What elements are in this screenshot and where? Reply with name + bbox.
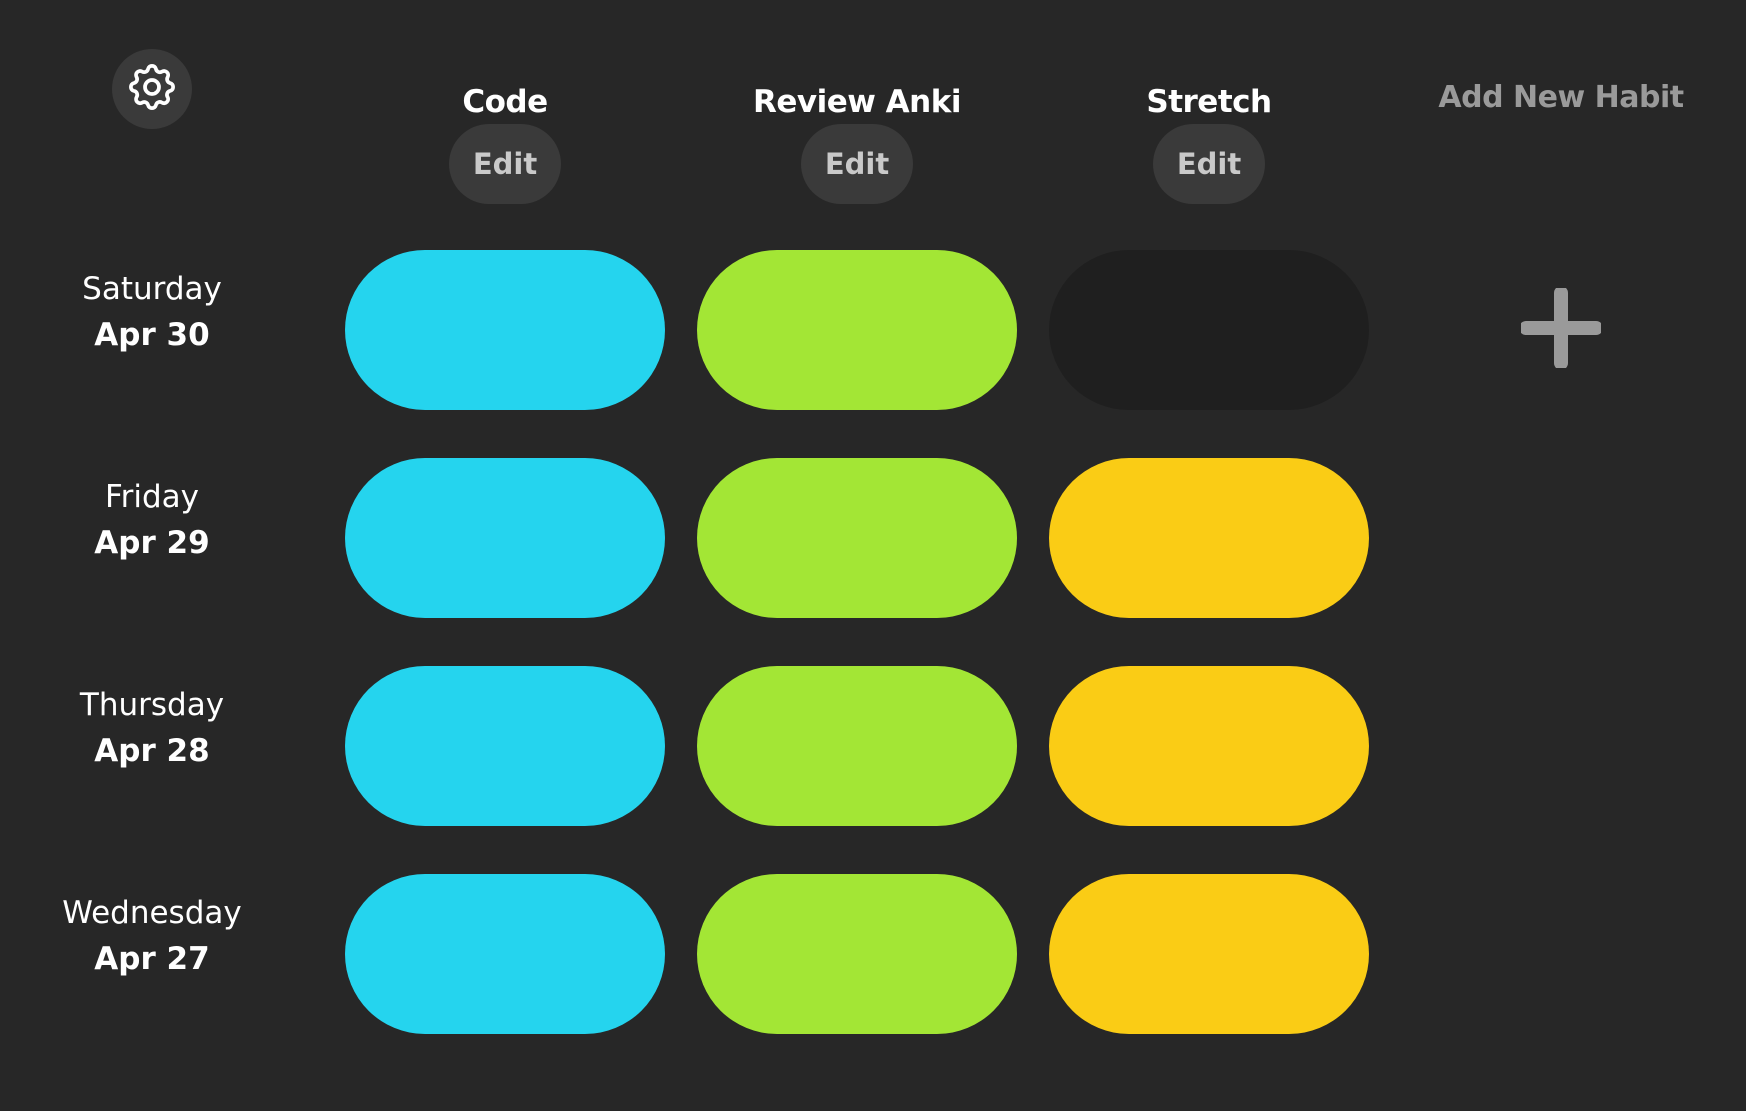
day-label-row-0: Saturday Apr 30 xyxy=(30,266,274,358)
habit-cell-stretch-row-3[interactable] xyxy=(1049,874,1369,1034)
habit-cell-review-anki-row-2[interactable] xyxy=(697,666,1017,826)
date-label: Apr 30 xyxy=(94,317,210,353)
day-label-row-3: Wednesday Apr 27 xyxy=(30,890,274,982)
habit-cell-code-row-2[interactable] xyxy=(345,666,665,826)
day-label-row-1: Friday Apr 29 xyxy=(30,474,274,566)
add-new-habit-label[interactable]: Add New Habit xyxy=(1420,78,1702,118)
habit-name-code: Code xyxy=(462,84,548,120)
habit-header-code: Code Edit xyxy=(340,78,670,204)
edit-review-anki-button[interactable]: Edit xyxy=(801,124,913,204)
habit-name-review-anki: Review Anki xyxy=(753,84,962,120)
edit-stretch-button[interactable]: Edit xyxy=(1153,124,1265,204)
gear-icon xyxy=(124,59,180,119)
date-label: Apr 29 xyxy=(94,525,210,561)
weekday-label: Wednesday xyxy=(62,895,242,931)
habit-cell-stretch-row-0[interactable] xyxy=(1049,250,1369,410)
edit-code-button[interactable]: Edit xyxy=(449,124,561,204)
plus-icon xyxy=(1519,286,1603,372)
date-label: Apr 27 xyxy=(94,941,210,977)
habit-cell-code-row-0[interactable] xyxy=(345,250,665,410)
habit-name-stretch: Stretch xyxy=(1146,84,1272,120)
habit-cell-review-anki-row-3[interactable] xyxy=(697,874,1017,1034)
settings-button[interactable] xyxy=(112,49,192,129)
habit-cell-review-anki-row-1[interactable] xyxy=(697,458,1017,618)
weekday-label: Saturday xyxy=(82,271,222,307)
habit-cell-review-anki-row-0[interactable] xyxy=(697,250,1017,410)
habit-header-review-anki: Review Anki Edit xyxy=(692,78,1022,204)
habit-cell-code-row-1[interactable] xyxy=(345,458,665,618)
weekday-label: Thursday xyxy=(79,687,225,723)
habit-cell-stretch-row-1[interactable] xyxy=(1049,458,1369,618)
weekday-label: Friday xyxy=(105,479,199,515)
habit-tracker: Code Edit Review Anki Edit Stretch Edit … xyxy=(0,0,1746,1111)
habit-cell-stretch-row-2[interactable] xyxy=(1049,666,1369,826)
habit-header-stretch: Stretch Edit xyxy=(1044,78,1374,204)
day-label-row-2: Thursday Apr 28 xyxy=(30,682,274,774)
add-habit-button[interactable] xyxy=(1519,286,1603,372)
date-label: Apr 28 xyxy=(94,733,210,769)
habit-cell-code-row-3[interactable] xyxy=(345,874,665,1034)
